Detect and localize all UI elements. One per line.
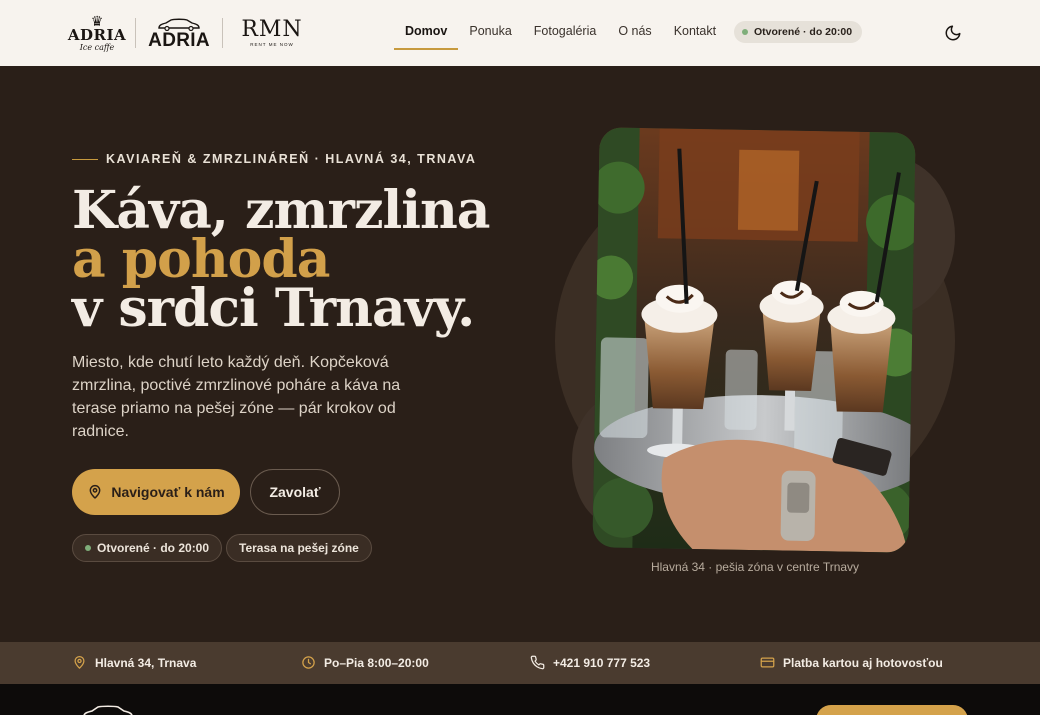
nav-item-ponuka[interactable]: Ponuka	[458, 18, 522, 48]
adria-car-logo[interactable]: ADRIA	[148, 13, 210, 53]
info-phone[interactable]: +421 910 777 523	[530, 655, 650, 670]
info-hours: Po–Pia 8:00–20:00	[301, 655, 429, 670]
info-address-label: Hlavná 34, Trnava	[95, 655, 197, 670]
info-hours-label: Po–Pia 8:00–20:00	[324, 655, 429, 670]
moon-icon	[945, 25, 961, 41]
rmn-logo-sub: RENT ME NOW	[250, 42, 294, 47]
rmn-logo-word: RMN	[241, 17, 303, 42]
hero-photo	[592, 127, 916, 553]
nav-item-fotogaleria[interactable]: Fotogaléria	[523, 18, 608, 48]
iced-coffee-photo	[592, 127, 916, 553]
main-nav: Domov Ponuka Fotogaléria O nás Kontakt	[394, 18, 727, 50]
clock-icon	[302, 656, 315, 669]
site-header: ♛ ADRIA Ice caffe ADRIA RMN RENT ME NOW …	[0, 0, 1040, 66]
open-status-label: Otvorené · do 20:00	[754, 26, 853, 38]
pin-icon	[89, 485, 101, 499]
phone-icon	[530, 655, 545, 670]
info-bar: Hlavná 34, Trnava Po–Pia 8:00–20:00 +421…	[0, 642, 1040, 684]
pin-icon	[74, 655, 85, 669]
call-button[interactable]: Zavolať	[250, 469, 340, 515]
adria-logo-sub: Ice caffe	[79, 43, 115, 52]
nav-item-kontakt[interactable]: Kontakt	[663, 18, 727, 48]
terrace-chip: Terasa na pešej zóne	[226, 534, 372, 562]
card-icon	[760, 657, 775, 668]
eyebrow-line	[72, 158, 98, 160]
info-payment-label: Platba kartou aj hotovosťou	[783, 655, 943, 670]
nav-item-domov[interactable]: Domov	[394, 18, 459, 50]
call-button-label: Zavolať	[269, 484, 321, 500]
open-status-badge: Otvorené · do 20:00	[734, 21, 863, 43]
car-icon	[158, 18, 200, 31]
photo-caption: Hlavná 34 · pešia zóna v centre Trnavy	[650, 560, 860, 574]
adria-ice-caffe-logo[interactable]: ♛ ADRIA Ice caffe	[68, 10, 126, 56]
logo-divider	[222, 18, 223, 48]
rmn-logo[interactable]: RMN RENT ME NOW	[236, 13, 308, 53]
info-payment: Platba kartou aj hotovosťou	[760, 655, 943, 670]
theme-toggle-button[interactable]	[940, 20, 966, 46]
adria-car-logo-word: ADRIA	[148, 29, 210, 51]
navigate-button[interactable]: Navigovať k nám	[72, 469, 240, 515]
hero-title-line-3: v srdci Trnavy.	[72, 278, 475, 339]
next-section-strip	[0, 684, 1040, 715]
status-dot-icon	[742, 29, 748, 35]
status-dot-icon	[85, 545, 91, 551]
terrace-chip-label: Terasa na pešej zóne	[239, 541, 359, 555]
navigate-button-label: Navigovať k nám	[111, 484, 225, 500]
nav-item-o-nas[interactable]: O nás	[607, 18, 662, 48]
open-status-chip-label: Otvorené · do 20:00	[97, 541, 210, 555]
info-address: Hlavná 34, Trnava	[72, 655, 196, 670]
hero-section: KAVIAREŇ & ZMRZLINÁREŇ · HLAVNÁ 34, TRNA…	[0, 66, 1040, 642]
logo-divider	[135, 18, 136, 48]
logo-group: ♛ ADRIA Ice caffe ADRIA RMN RENT ME NOW	[68, 8, 308, 58]
info-phone-label: +421 910 777 523	[553, 655, 651, 670]
eyebrow-text: KAVIAREŇ & ZMRZLINÁREŇ · HLAVNÁ 34, TRNA…	[106, 152, 477, 166]
open-status-chip: Otvorené · do 20:00	[72, 534, 223, 562]
next-section-button[interactable]	[816, 705, 968, 715]
hero-title: Káva, zmrzlina a pohoda v srdci Trnavy.	[72, 185, 490, 335]
hero-eyebrow: KAVIAREŇ & ZMRZLINÁREŇ · HLAVNÁ 34, TRNA…	[72, 152, 476, 166]
car-icon	[83, 705, 133, 715]
hero-lead: Miesto, kde chutí leto každý deň. Kopček…	[72, 354, 401, 440]
adria-logo-word: ADRIA	[67, 26, 127, 44]
